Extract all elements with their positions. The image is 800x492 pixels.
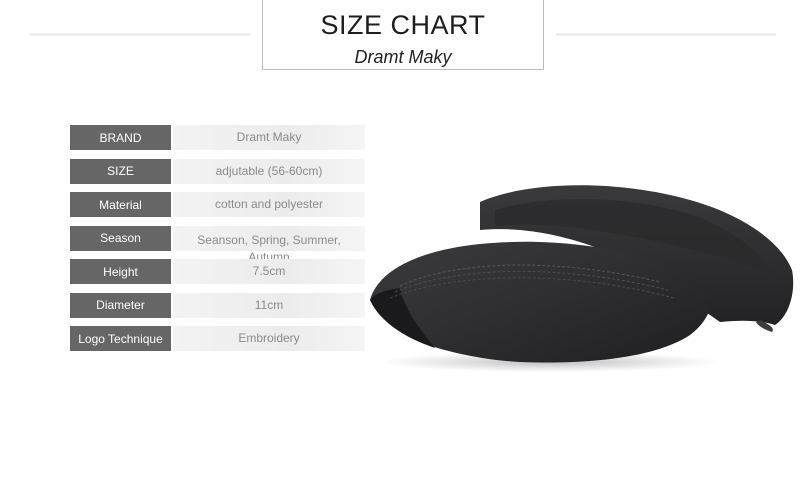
spec-row-season: Season Seanson, Spring, Summer, Autumn xyxy=(70,225,366,264)
spec-label: Season xyxy=(70,225,171,251)
spec-row-material: Material cotton and polyester xyxy=(70,192,366,217)
spec-row-diameter: Diameter 11cm xyxy=(70,292,366,318)
spec-value: cotton and polyester xyxy=(173,192,365,217)
page-title: SIZE CHART xyxy=(320,10,486,40)
spec-value: adjutable (56-60cm) xyxy=(173,158,365,184)
spec-value: Embroidery xyxy=(173,326,365,351)
spec-row-height: Height 7.5cm xyxy=(70,259,366,284)
spec-row-brand: BRAND Dramt Maky xyxy=(70,125,366,150)
visor-hat-image xyxy=(370,185,794,372)
spec-label: Height xyxy=(70,259,171,284)
header-divider-left xyxy=(30,33,250,36)
title-box: SIZE CHART Dramt Maky xyxy=(262,0,544,70)
spec-row-size: SIZE adjutable (56-60cm) xyxy=(70,158,366,184)
header-divider-right xyxy=(556,33,776,36)
brand-subtitle: Dramt Maky xyxy=(354,47,452,67)
spec-label: BRAND xyxy=(70,125,171,150)
spec-label: Logo Technique xyxy=(70,326,171,351)
spec-label: SIZE xyxy=(70,158,171,184)
spec-row-logo-technique: Logo Technique Embroidery xyxy=(70,326,366,351)
spec-table: BRAND Dramt Maky SIZE adjutable (56-60cm… xyxy=(70,125,366,360)
spec-value: 11cm xyxy=(173,292,365,318)
spec-value: 7.5cm xyxy=(173,259,365,284)
spec-value: Dramt Maky xyxy=(173,125,365,150)
spec-label: Diameter xyxy=(70,292,171,318)
spec-value: Seanson, Spring, Summer, Autumn xyxy=(173,225,365,264)
spec-label: Material xyxy=(70,192,171,217)
